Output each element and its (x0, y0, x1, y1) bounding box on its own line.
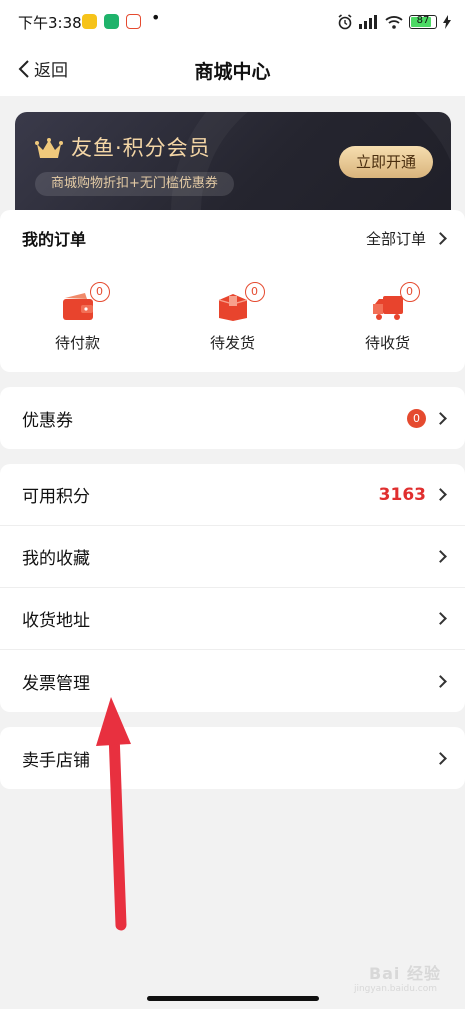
status-bar: 下午3:38 • 87 (0, 0, 465, 44)
wallet-icon (62, 293, 93, 320)
alarm-icon (338, 14, 352, 30)
chevron-right-icon (434, 751, 447, 765)
order-pending-shipment[interactable]: 0 待发货 (155, 266, 310, 370)
package-icon (218, 294, 247, 321)
status-icons: 87 (337, 12, 451, 32)
order-label: 待发货 (209, 334, 255, 352)
orders-header: 我的订单 全部订单 (0, 210, 465, 266)
open-membership-button[interactable]: 立即开通 (339, 146, 433, 178)
coupons-right: 0 (407, 387, 447, 449)
seller-row[interactable]: 卖手店铺 (0, 727, 465, 789)
coupons-label: 优惠券 (22, 410, 73, 431)
home-indicator[interactable] (147, 996, 319, 1001)
watermark-url: jingyan.baidu.com (353, 984, 437, 994)
order-count-badge: 0 (89, 282, 110, 302)
seller-card: 卖手店铺 (0, 727, 465, 789)
favorites-row[interactable]: 我的收藏 (0, 526, 465, 588)
chevron-right-icon (434, 411, 447, 425)
address-row[interactable]: 收货地址 (0, 588, 465, 650)
battery-icon: 87 (409, 15, 437, 29)
all-orders-label: 全部订单 (365, 229, 426, 248)
battery-level: 87 (416, 15, 430, 26)
points-row[interactable]: 可用积分 3163 (0, 464, 465, 526)
menu-card: 可用积分 3163 我的收藏 收货地址 发票管理 (0, 464, 465, 712)
nav-bar: 返回 商城中心 (0, 44, 465, 96)
meituan-icon (82, 14, 97, 29)
order-label: 待收货 (364, 334, 410, 352)
points-label: 可用积分 (22, 487, 90, 507)
signal-icon (359, 15, 377, 29)
chevron-right-icon (434, 488, 447, 501)
vpn-icon (104, 14, 119, 29)
truck-icon (372, 296, 403, 320)
coupons-row[interactable]: 优惠券 0 (0, 387, 465, 449)
seller-right (434, 727, 447, 789)
coupons-count-badge: 0 (407, 408, 426, 428)
membership-subtitle: 商城购物折扣+无门槛优惠券 (35, 172, 234, 196)
order-pending-payment[interactable]: 0 待付款 (0, 266, 155, 370)
favorites-right (434, 526, 447, 587)
invoice-row[interactable]: 发票管理 (0, 650, 465, 712)
seller-label: 卖手店铺 (22, 750, 90, 771)
watermark: Bai 经验 (368, 964, 441, 983)
page-title: 商城中心 (194, 61, 271, 83)
order-status-grid: 0 待付款 0 待发货 0 待收货 (0, 266, 465, 370)
invoice-label: 发票管理 (22, 673, 90, 694)
order-pending-receipt[interactable]: 0 待收货 (310, 266, 465, 370)
chevron-right-icon (434, 231, 447, 245)
invoice-right (434, 650, 447, 712)
notification-dot-icon: • (151, 8, 161, 27)
orders-card: 我的订单 全部订单 0 待付款 0 待发货 0 待收货 (0, 210, 465, 372)
membership-title: 友鱼·积分会员 (71, 136, 211, 160)
favorites-label: 我的收藏 (22, 549, 90, 569)
order-label: 待付款 (54, 334, 100, 352)
points-right: 3163 (378, 464, 447, 525)
chevron-right-icon (434, 550, 447, 563)
coupons-card: 优惠券 0 (0, 387, 465, 449)
address-right (434, 588, 447, 649)
app-icon (126, 14, 141, 29)
address-label: 收货地址 (22, 611, 90, 631)
chevron-right-icon (434, 612, 447, 625)
charging-icon (443, 15, 451, 29)
wifi-icon (385, 16, 403, 29)
crown-icon (35, 138, 63, 158)
points-value: 3163 (378, 484, 426, 505)
chevron-right-icon (434, 674, 447, 688)
status-time: 下午3:38 (18, 14, 82, 32)
all-orders-link[interactable]: 全部订单 (365, 210, 447, 266)
order-count-badge: 0 (399, 282, 420, 302)
order-count-badge: 0 (244, 282, 265, 302)
orders-title: 我的订单 (22, 230, 87, 249)
